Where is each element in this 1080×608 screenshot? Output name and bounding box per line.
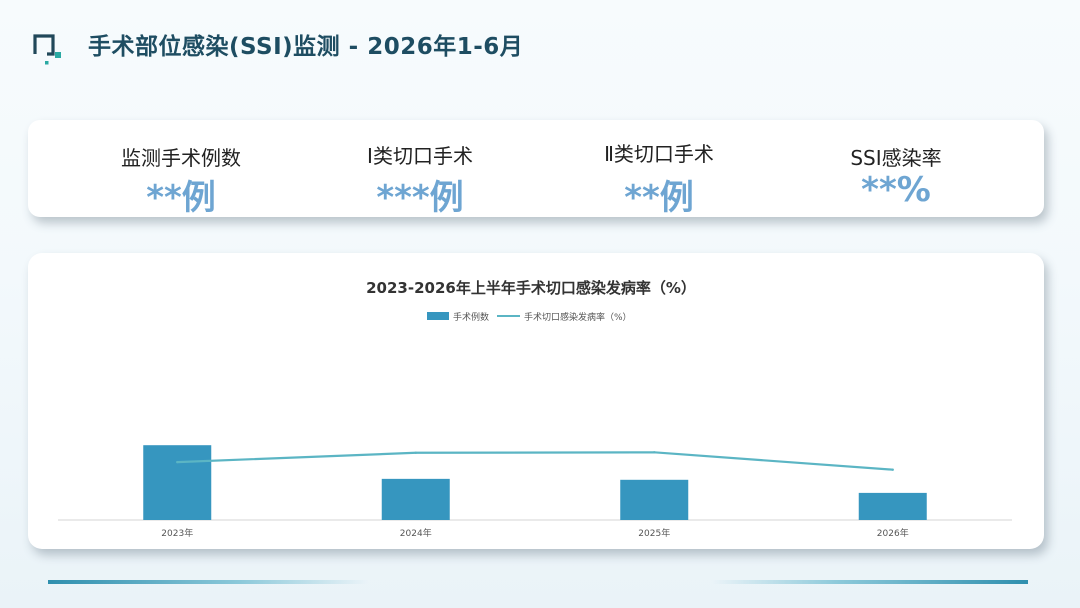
stat-label: SSI感染率 — [850, 146, 942, 170]
x-tick-label: 2025年 — [638, 527, 670, 539]
line-series — [176, 451, 894, 471]
square-bracket-logo-icon — [33, 34, 61, 65]
stat-label: Ⅱ类切口手术 — [604, 142, 714, 166]
stat-value: **例 — [624, 178, 694, 218]
bar-2023年 — [143, 445, 212, 520]
decorative-underline-right — [712, 580, 1028, 584]
chart-legend: 手术例数 手术切口感染发病率（%） — [427, 311, 632, 323]
stat-value: **例 — [146, 178, 216, 218]
x-tick-label: 2024年 — [400, 527, 432, 539]
legend-swatch-bar — [427, 312, 449, 320]
x-axis-ticks: 2023年 2024年 2025年 2026年 — [161, 527, 908, 539]
line-point-2025年 — [653, 451, 656, 454]
x-tick-label: 2023年 — [161, 527, 193, 539]
decorative-underline-left — [48, 580, 368, 584]
stat-class1-incision: Ⅰ类切口手术 ***例 — [300, 120, 540, 218]
bar-2025年 — [620, 479, 689, 520]
bar-2026年 — [858, 492, 927, 520]
stat-label: Ⅰ类切口手术 — [367, 144, 473, 168]
chart-title: 2023-2026年上半年手术切口感染发病率（%） — [366, 279, 696, 297]
stat-value: **% — [861, 170, 931, 210]
infection-rate-chart: 2023-2026年上半年手术切口感染发病率（%） 手术例数 手术切口感染发病率… — [58, 279, 1012, 539]
stat-total-surgeries: 监测手术例数 **例 — [61, 120, 301, 218]
page-title: 手术部位感染(SSI)监测 - 2026年1-6月 — [88, 34, 524, 60]
stat-ssi-rate: SSI感染率 **% — [776, 120, 1016, 217]
infection-rate-line — [177, 451, 893, 471]
bar-series — [143, 445, 927, 520]
legend-label-bar: 手术例数 — [453, 311, 489, 323]
chart-card: 2023-2026年上半年手术切口感染发病率（%） 手术例数 手术切口感染发病率… — [28, 253, 1044, 549]
line-point-2026年 — [891, 468, 894, 471]
stats-card: 监测手术例数 **例 Ⅰ类切口手术 ***例 Ⅱ类切口手术 **例 SSI感染率… — [28, 120, 1044, 218]
line-point-2023年 — [176, 460, 179, 464]
stat-class2-incision: Ⅱ类切口手术 **例 — [539, 120, 779, 218]
bar-2024年 — [381, 478, 450, 520]
x-tick-label: 2026年 — [877, 527, 909, 539]
legend-label-line: 手术切口感染发病率（%） — [524, 311, 632, 323]
stat-label: 监测手术例数 — [121, 146, 241, 170]
stat-value: ***例 — [376, 178, 464, 218]
line-point-2024年 — [414, 451, 417, 454]
